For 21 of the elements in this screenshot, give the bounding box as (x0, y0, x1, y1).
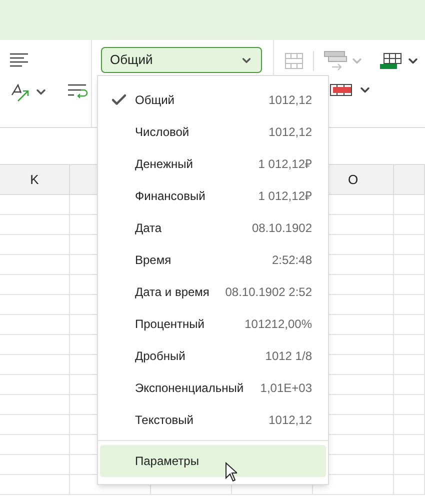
menu-item[interactable]: Процентный 101212,00% (98, 308, 328, 340)
wrap-text-icon[interactable] (68, 84, 88, 100)
table-border-icon[interactable] (380, 53, 402, 69)
menu-item[interactable]: Дробный 1012 1/8 (98, 340, 328, 372)
column-header[interactable]: O (348, 170, 358, 190)
menu-item[interactable]: Дата 08.10.1902 (98, 212, 328, 244)
settings-menu-item[interactable]: Параметры (100, 445, 326, 477)
align-left-icon[interactable] (10, 53, 28, 67)
menu-item[interactable]: Денежный 1 012,12₽ (98, 148, 328, 180)
table-row-fill-icon[interactable] (330, 84, 352, 96)
column-header[interactable]: K (30, 170, 39, 190)
mouse-pointer-icon (225, 462, 237, 482)
menu-item[interactable]: Текстовый 1012,12 (98, 404, 328, 436)
merge-cells-icon[interactable] (324, 51, 348, 71)
menu-item[interactable]: Время 2:52:48 (98, 244, 328, 276)
number-format-select[interactable]: Общий (101, 47, 262, 73)
menu-item[interactable]: Числовой 1012,12 (98, 116, 328, 148)
menu-item[interactable]: Общий 1012,12 (98, 84, 328, 116)
menu-item[interactable]: Дата и время 08.10.1902 2:52 (98, 276, 328, 308)
menu-item[interactable]: Финансовый 1 012,12₽ (98, 180, 328, 212)
menu-item[interactable]: Экспоненциальный 1,01E+03 (98, 372, 328, 404)
